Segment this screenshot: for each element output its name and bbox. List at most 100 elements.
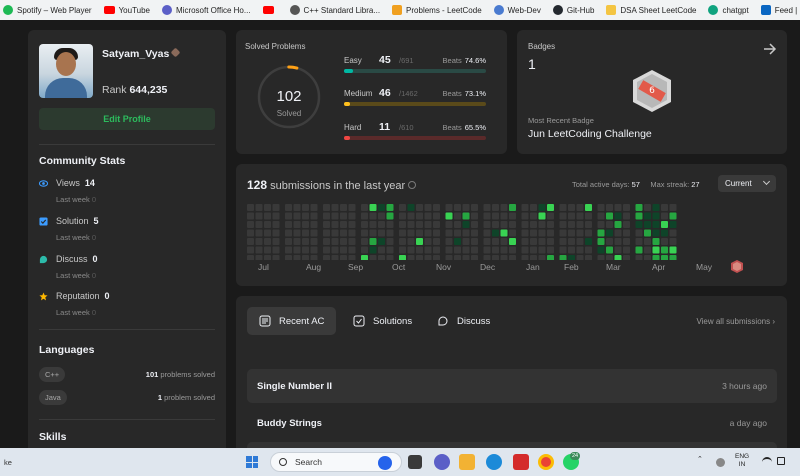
heatmap-cell[interactable] [530,246,537,254]
heatmap-cell[interactable] [369,212,377,220]
heatmap-cell[interactable] [272,204,280,211]
heatmap-cell[interactable] [644,238,651,245]
heatmap-cell[interactable] [416,246,423,254]
heatmap-cell[interactable] [348,238,356,245]
heatmap-cell[interactable] [247,255,254,260]
heatmap-cell[interactable] [521,229,529,237]
heatmap-cell[interactable] [378,229,385,237]
heatmap-cell[interactable] [348,255,356,260]
heatmap-cell[interactable] [407,212,415,220]
heatmap-cell[interactable] [293,221,301,228]
heatmap-cell[interactable] [652,255,660,260]
heatmap-cell[interactable] [369,204,377,211]
edge-icon[interactable] [486,454,502,470]
heatmap-cell[interactable] [585,255,592,260]
heatmap-cell[interactable] [483,238,491,245]
heatmap-cell[interactable] [340,238,347,245]
heatmap-cell[interactable] [399,212,406,220]
heatmap-cell[interactable] [361,238,368,245]
heatmap-cell[interactable] [302,255,309,260]
heatmap-cell[interactable] [272,238,280,245]
heatmap-cell[interactable] [652,221,660,228]
bookmark-item[interactable]: YouTube [103,6,150,15]
heatmap-cell[interactable] [568,221,575,228]
heatmap-cell[interactable] [521,221,529,228]
heatmap-cell[interactable] [399,255,406,260]
heatmap-cell[interactable] [483,229,491,237]
heatmap-cell[interactable] [623,238,630,245]
heatmap-cell[interactable] [606,212,613,220]
heatmap-cell[interactable] [433,246,440,254]
heatmap-cell[interactable] [264,246,271,254]
heatmap-cell[interactable] [310,212,318,220]
heatmap-cell[interactable] [331,229,339,237]
heatmap-cell[interactable] [386,212,394,220]
heatmap-cell[interactable] [606,255,613,260]
heatmap-cell[interactable] [652,246,660,254]
heatmap-cell[interactable] [530,255,537,260]
heatmap-cell[interactable] [644,255,651,260]
heatmap-cell[interactable] [293,229,301,237]
heatmap-cell[interactable] [509,246,516,254]
heatmap-cell[interactable] [492,255,499,260]
language-tag[interactable]: C++ [39,367,66,382]
heatmap-cell[interactable] [597,212,605,220]
heatmap-cell[interactable] [509,255,516,260]
heatmap-cell[interactable] [614,238,622,245]
heatmap-cell[interactable] [585,212,592,220]
heatmap-cell[interactable] [521,246,529,254]
heatmap-cell[interactable] [302,221,309,228]
problem-title[interactable]: Single Number II [257,381,332,392]
heatmap-cell[interactable] [606,246,613,254]
heatmap-cell[interactable] [331,221,339,228]
edit-profile-button[interactable]: Edit Profile [39,108,215,130]
heatmap-cell[interactable] [661,238,668,245]
heatmap-cell[interactable] [471,212,478,220]
heatmap-cell[interactable] [445,255,453,260]
heatmap-cell[interactable] [509,221,516,228]
heatmap-cell[interactable] [310,204,318,211]
heatmap-cell[interactable] [399,229,406,237]
bookmark-item[interactable]: Git-Hub [552,5,594,15]
heatmap-cell[interactable] [669,238,677,245]
heatmap-cell[interactable] [597,238,605,245]
heatmap-cell[interactable] [509,212,516,220]
heatmap-cell[interactable] [623,255,630,260]
heatmap-cell[interactable] [585,229,592,237]
heatmap-cell[interactable] [386,221,394,228]
heatmap-cell[interactable] [538,204,546,211]
bookmark-item[interactable]: Problems - LeetCode [392,5,482,15]
heatmap-cell[interactable] [454,221,461,228]
heatmap-cell[interactable] [623,212,630,220]
heatmap-cell[interactable] [454,212,461,220]
bookmark-item[interactable] [262,6,278,14]
bookmark-item[interactable]: DSA Sheet LeetCode [606,5,696,15]
wps-icon[interactable] [513,454,529,470]
heatmap-cell[interactable] [669,204,677,211]
bookmark-item[interactable]: Feed | LinkedIn [760,5,800,15]
heatmap-cell[interactable] [500,229,508,237]
problem-title[interactable]: Buddy Strings [257,418,322,429]
heatmap-cell[interactable] [348,229,356,237]
heatmap-cell[interactable] [340,212,347,220]
heatmap-cell[interactable] [454,229,461,237]
heatmap-cell[interactable] [547,238,554,245]
heatmap-cell[interactable] [568,246,575,254]
heatmap-cell[interactable] [538,255,546,260]
heatmap-cell[interactable] [285,238,292,245]
heatmap-cell[interactable] [399,204,406,211]
heatmap-cell[interactable] [644,221,651,228]
heatmap-cell[interactable] [272,246,280,254]
heatmap-cell[interactable] [652,204,660,211]
heatmap-cell[interactable] [285,246,292,254]
volume-icon[interactable] [777,457,785,465]
heatmap-cell[interactable] [547,229,554,237]
heatmap-cell[interactable] [585,238,592,245]
heatmap-cell[interactable] [285,212,292,220]
heatmap-cell[interactable] [348,221,356,228]
heatmap-cell[interactable] [424,238,432,245]
heatmap-cell[interactable] [669,229,677,237]
heatmap-cell[interactable] [255,212,263,220]
heatmap-cell[interactable] [331,246,339,254]
heatmap-cell[interactable] [547,212,554,220]
